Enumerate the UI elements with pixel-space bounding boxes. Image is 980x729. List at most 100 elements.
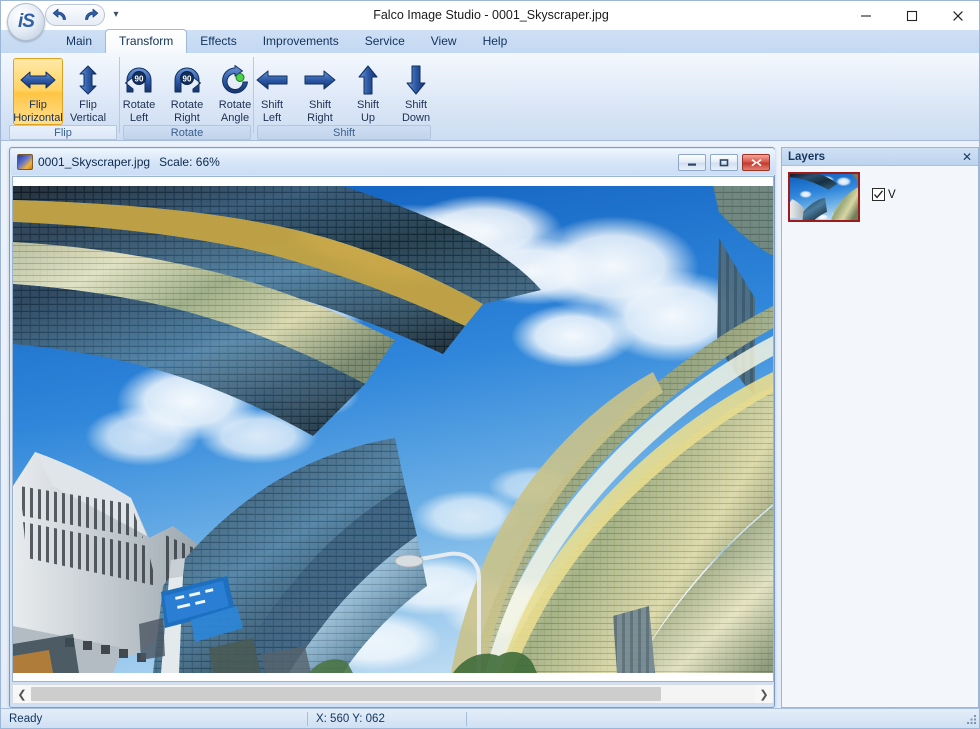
document-restore-button[interactable] [710, 154, 738, 171]
app-logo[interactable]: iS [7, 3, 45, 41]
maximize-button[interactable] [889, 1, 935, 30]
horizontal-scrollbar[interactable]: ❮ ❯ [12, 684, 774, 704]
status-coordinates: X: 560 Y: 062 [316, 712, 385, 725]
arrow-left-icon [254, 63, 290, 97]
rotate-right-90-icon: 90 [170, 63, 204, 97]
shift-down-button[interactable]: Shift Down [392, 58, 440, 125]
qat-overflow-button[interactable]: ▾ [109, 7, 123, 21]
flip-vertical-button[interactable]: Flip Vertical [63, 58, 113, 125]
document-scale: Scale: 66% [159, 155, 220, 169]
status-message: Ready [9, 712, 43, 725]
tab-improvements[interactable]: Improvements [250, 30, 352, 53]
shift-down-label-2: Down [401, 111, 431, 124]
shift-up-label-2: Up [360, 111, 376, 124]
scroll-left-button[interactable]: ❮ [13, 685, 31, 703]
document-window: 0001_Skyscraper.jpg Scale: 66% ❮ ❯ [9, 147, 775, 708]
document-close-icon [750, 159, 762, 167]
tab-help[interactable]: Help [470, 30, 521, 53]
ribbon-group-flip: Flip Horizontal Flip Vertical Flip [9, 55, 117, 140]
ribbon-group-rotate-label: Rotate [123, 125, 251, 140]
minimize-button[interactable] [843, 1, 889, 30]
document-file-icon [17, 154, 33, 170]
window-controls [843, 1, 979, 30]
ribbon-group-shift-label: Shift [257, 125, 431, 140]
ribbon-tabstrip: Main Transform Effects Improvements Serv… [1, 29, 979, 53]
window-title: Falco Image Studio - 0001_Skyscraper.jpg [373, 8, 609, 22]
ribbon-group-shift: Shift Left Shift Right Shift Up Shift Do… [256, 55, 431, 140]
shift-right-label-1: Shift [308, 99, 331, 111]
undo-button[interactable] [49, 6, 73, 24]
undo-icon [52, 8, 66, 20]
shift-up-label-1: Shift [356, 99, 379, 111]
document-restore-icon [719, 159, 729, 167]
flip-horizontal-label-2: Horizontal [13, 111, 63, 124]
scrollbar-thumb[interactable] [31, 687, 661, 701]
status-bar: Ready X: 560 Y: 062 [1, 708, 979, 729]
shift-left-button[interactable]: Shift Left [248, 58, 296, 125]
ribbon: Flip Horizontal Flip Vertical Flip 90 Ro… [1, 53, 979, 141]
tab-main[interactable]: Main [53, 30, 105, 53]
close-icon [953, 10, 963, 21]
rotate-right-button[interactable]: 90 Rotate Right [163, 58, 211, 125]
shift-right-label-2: Right [307, 111, 333, 124]
document-minimize-button[interactable] [678, 154, 706, 171]
ribbon-group-flip-label: Flip [9, 125, 117, 140]
tab-transform[interactable]: Transform [105, 29, 188, 53]
status-extra [467, 709, 979, 729]
arrow-up-icon [355, 63, 381, 97]
checkmark-icon [874, 190, 884, 199]
maximize-icon [906, 10, 918, 21]
scroll-right-button[interactable]: ❯ [755, 685, 773, 703]
rotate-left-90-icon: 90 [122, 63, 156, 97]
application-window: Falco Image Studio - 0001_Skyscraper.jpg [0, 0, 980, 729]
layers-close-icon[interactable]: ✕ [960, 150, 974, 164]
flip-horizontal-icon [17, 63, 59, 97]
scrollbar-track[interactable] [31, 685, 755, 703]
rotate-left-label-2: Left [129, 111, 149, 124]
redo-icon [84, 8, 98, 20]
skyscraper-photo [13, 186, 773, 673]
rotate-left-label-1: Rotate [122, 99, 156, 111]
close-button[interactable] [935, 1, 979, 30]
arrow-right-icon [302, 63, 338, 97]
document-minimize-icon [688, 163, 696, 166]
rotate-left-button[interactable]: 90 Rotate Left [115, 58, 163, 125]
shift-left-label-1: Shift [260, 99, 283, 111]
layers-list: V [782, 166, 978, 228]
rotate-right-label-1: Rotate [170, 99, 204, 111]
shift-up-button[interactable]: Shift Up [344, 58, 392, 125]
image-canvas[interactable] [12, 176, 774, 682]
rotate-angle-icon [219, 63, 251, 97]
layers-panel: Layers ✕ V [781, 147, 979, 708]
layer-name: V [888, 188, 896, 201]
layer-thumbnail[interactable] [788, 172, 860, 222]
flip-horizontal-button[interactable]: Flip Horizontal [13, 58, 63, 125]
title-bar: Falco Image Studio - 0001_Skyscraper.jpg [1, 1, 979, 30]
ribbon-group-rotate: 90 Rotate Left 90 Rotate Right Rotate An… [123, 55, 252, 140]
rotate-angle-label-1: Rotate [218, 99, 252, 111]
layer-visibility-checkbox[interactable] [872, 188, 885, 201]
shift-left-label-2: Left [262, 111, 282, 124]
svg-text:90: 90 [135, 74, 144, 83]
document-title-bar[interactable]: 0001_Skyscraper.jpg Scale: 66% [11, 149, 775, 175]
tab-service[interactable]: Service [352, 30, 418, 53]
layers-panel-header: Layers ✕ [782, 148, 978, 166]
document-filename: 0001_Skyscraper.jpg [38, 155, 151, 169]
rotate-angle-label-2: Angle [220, 111, 250, 124]
redo-button[interactable] [78, 6, 102, 24]
rotate-right-label-2: Right [174, 111, 200, 124]
quick-access-toolbar [45, 4, 105, 26]
layer-visibility-row[interactable]: V [872, 188, 896, 201]
tab-view[interactable]: View [418, 30, 470, 53]
flip-vertical-label-1: Flip [79, 99, 97, 111]
flip-vertical-icon [74, 63, 102, 97]
document-close-button[interactable] [742, 154, 770, 171]
arrow-down-icon [403, 63, 429, 97]
layer-thumbnail-image [790, 174, 858, 220]
shift-right-button[interactable]: Shift Right [296, 58, 344, 125]
shift-down-label-1: Shift [404, 99, 427, 111]
resize-grip-icon[interactable] [965, 713, 978, 726]
layers-panel-title: Layers [788, 150, 826, 163]
flip-horizontal-label-1: Flip [29, 99, 47, 111]
tab-effects[interactable]: Effects [187, 30, 249, 53]
